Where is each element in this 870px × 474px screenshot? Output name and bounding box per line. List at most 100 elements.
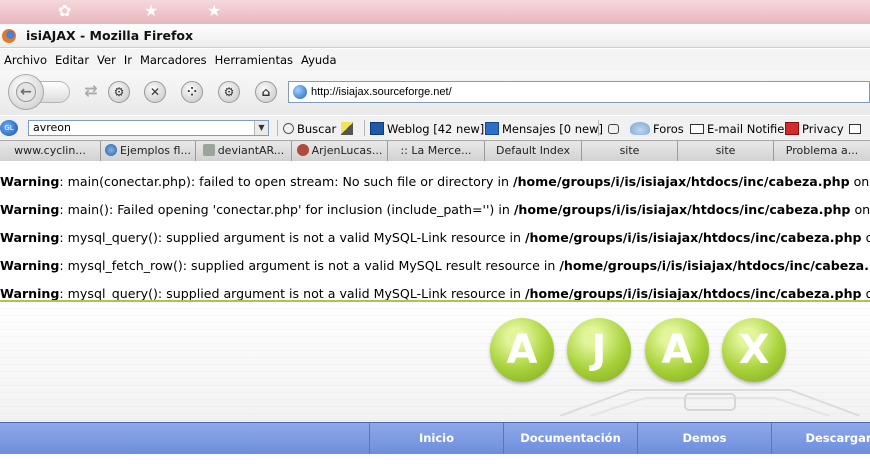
- logo-orb-j: J: [567, 318, 631, 382]
- settings-gear-icon[interactable]: ⚙: [108, 81, 130, 103]
- warning-path: /home/groups/i/is/isiajax/htdocs/inc/cab…: [524, 230, 862, 245]
- grid-icon[interactable]: ⁘: [181, 81, 203, 103]
- search-value: avreon: [33, 121, 72, 134]
- privacy-label: Privacy: [802, 121, 844, 136]
- weblog-label: Weblog [42 new]: [387, 121, 485, 136]
- url-bar[interactable]: http://isiajax.sourceforge.net/: [288, 81, 870, 103]
- tab-deviantart[interactable]: deviantAR...: [196, 141, 292, 161]
- tab-label: site: [619, 144, 640, 157]
- back-button[interactable]: ←: [8, 74, 44, 110]
- site-banner: A J A X: [0, 302, 870, 422]
- search-button[interactable]: Buscar: [283, 120, 336, 137]
- tab-site-1[interactable]: site: [582, 141, 678, 161]
- stop-icon[interactable]: ✕: [144, 81, 166, 103]
- warning-message: : mysql_query(): supplied argument is no…: [59, 230, 525, 245]
- menu-herramientas[interactable]: Herramientas: [211, 53, 297, 67]
- forums-icon: [630, 122, 650, 135]
- warning-tail: on: [849, 174, 870, 189]
- privacy-button[interactable]: Privacy: [785, 120, 844, 137]
- tab-ejemplos[interactable]: Ejemplos fl...: [101, 141, 196, 161]
- tab-la-merce[interactable]: :: La Merce...: [388, 141, 485, 161]
- warning-message: : main(conectar.php): failed to open str…: [59, 174, 513, 189]
- nav-demos[interactable]: Demos: [637, 423, 771, 455]
- warning-label: Warning: [0, 258, 60, 273]
- chat-bubble-icon: [608, 123, 619, 134]
- tab-default-index[interactable]: Default Index: [485, 141, 582, 161]
- menu-bar: Archivo Editar Ver Ir Marcadores Herrami…: [0, 49, 870, 71]
- warning-message: : mysql_query(): supplied argument is no…: [59, 286, 525, 301]
- warning-path: /home/groups/i/is/isiajax/htdocs/inc/cab…: [512, 174, 850, 189]
- tab-bar: www.cyclin... Ejemplos fl... deviantAR..…: [0, 140, 870, 161]
- foros-button[interactable]: Foros: [630, 120, 684, 137]
- warning-tail: o: [865, 286, 870, 301]
- toolbar-divider: [277, 120, 278, 136]
- privacy-icon: [785, 122, 799, 135]
- envelope-icon: [690, 123, 704, 134]
- magnifier-icon: [283, 123, 294, 134]
- tab-label: :: La Merce...: [400, 144, 472, 157]
- highlight-button[interactable]: [341, 120, 356, 137]
- warning-label: Warning: [0, 286, 60, 301]
- preferences-icon[interactable]: ⚙: [218, 81, 240, 103]
- menu-marcadores[interactable]: Marcadores: [136, 53, 211, 67]
- forward-arrows-icon[interactable]: ⇄: [80, 81, 102, 103]
- window-title-bar: isiAJAX - Mozilla Firefox: [0, 24, 870, 48]
- mensajes-button[interactable]: Mensajes [0 new]: [485, 120, 603, 137]
- menu-editar[interactable]: Editar: [51, 53, 93, 67]
- flower-icon: ✿: [58, 1, 72, 20]
- tab-label: site: [715, 144, 736, 157]
- logo-orb-a: A: [490, 318, 554, 382]
- home-icon[interactable]: ⌂: [255, 81, 277, 103]
- deviantart-icon: [202, 144, 215, 156]
- search-input[interactable]: avreon ▼: [28, 120, 269, 136]
- nav-documentacion[interactable]: Documentación: [503, 423, 637, 455]
- overflow-mail-button[interactable]: [849, 120, 864, 137]
- logo-orb-a2: A: [645, 318, 709, 382]
- menu-ver[interactable]: Ver: [93, 53, 120, 67]
- menu-archivo[interactable]: Archivo: [0, 53, 51, 67]
- tab-site-2[interactable]: site: [678, 141, 774, 161]
- tab-cycling[interactable]: www.cyclin...: [0, 141, 101, 161]
- page-bottom: [0, 454, 870, 474]
- email-notifier-button[interactable]: E-mail Notifier: [690, 120, 789, 137]
- site-globe-icon: [293, 85, 307, 99]
- email-notifier-label: E-mail Notifier: [707, 121, 790, 136]
- star-icon: ★: [144, 1, 159, 20]
- url-text[interactable]: http://isiajax.sourceforge.net/: [311, 86, 452, 98]
- tab-label: deviantAR...: [217, 144, 285, 157]
- search-button-label: Buscar: [297, 121, 337, 136]
- firefox-icon: [2, 28, 16, 43]
- messages-icon: [485, 122, 499, 135]
- menu-ir[interactable]: Ir: [120, 53, 136, 67]
- warning-path: /home/groups/i/is/isiajax/htdocs/inc/cab…: [559, 258, 869, 273]
- foros-label: Foros: [653, 121, 684, 136]
- chevron-down-icon[interactable]: ▼: [254, 121, 268, 135]
- logo-orb-x: X: [722, 318, 786, 382]
- search-engine-icon[interactable]: GL: [0, 120, 18, 136]
- php-warning: Warning: main(): Failed opening 'conecta…: [0, 200, 870, 220]
- weblog-button[interactable]: Weblog [42 new]: [370, 120, 484, 137]
- envelope-icon: [849, 123, 861, 134]
- tab-problema[interactable]: Problema a...: [774, 141, 870, 161]
- globe-icon: [105, 144, 118, 156]
- tab-label: www.cyclin...: [14, 144, 86, 157]
- site-navigation: Inicio Documentación Demos Descargar: [0, 422, 870, 455]
- toolbar-divider: [598, 120, 599, 136]
- menu-ayuda[interactable]: Ayuda: [297, 53, 341, 67]
- php-warning: Warning: mysql_query(): supplied argumen…: [0, 228, 870, 248]
- bookmarks-toolbar: GL avreon ▼ Buscar Weblog [42 new] Mensa…: [0, 116, 870, 140]
- nav-inicio[interactable]: Inicio: [369, 423, 503, 455]
- tab-label: Default Index: [496, 144, 570, 157]
- chat-button[interactable]: [608, 120, 622, 137]
- warning-message: : main(): Failed opening 'conectar.php' …: [59, 202, 514, 217]
- highlighter-icon: [341, 122, 353, 135]
- nav-descargar[interactable]: Descargar: [771, 423, 870, 455]
- warning-path: /home/groups/i/is/isiajax/htdocs/inc/cab…: [513, 202, 851, 217]
- window-title: isiAJAX - Mozilla Firefox: [26, 28, 194, 43]
- navigation-toolbar: ← ⇄ ⚙ ✕ ⁘ ⚙ ⌂ http://isiajax.sourceforge…: [0, 71, 870, 115]
- star-icon: ★: [207, 1, 222, 20]
- logo-reflection: [560, 389, 860, 416]
- tab-arjenlucas[interactable]: ArjenLucas...: [292, 141, 388, 161]
- tab-label: Ejemplos fl...: [120, 144, 191, 157]
- tab-label: ArjenLucas...: [311, 144, 383, 157]
